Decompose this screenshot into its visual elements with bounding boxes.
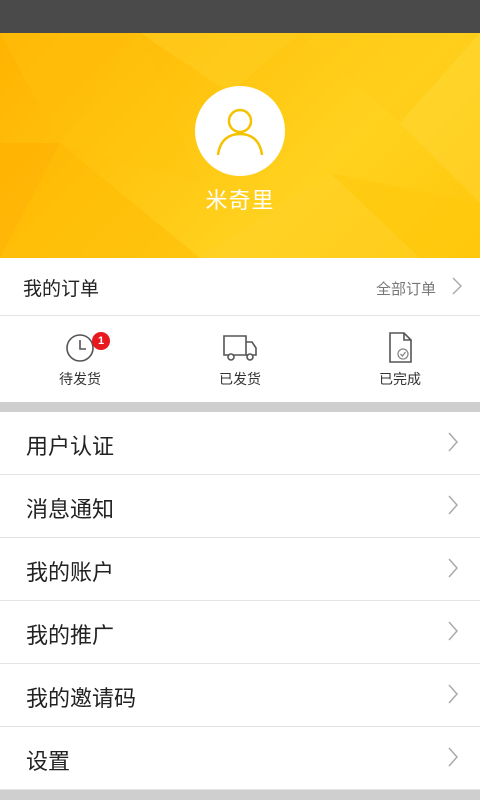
menu-item-label: 消息通知: [26, 498, 115, 523]
chevron-right-icon: [448, 558, 458, 578]
my-orders-title: 我的订单: [23, 278, 100, 300]
menu-item-invite-code[interactable]: 我的邀请码: [0, 664, 480, 727]
status-label: 已发货: [219, 372, 261, 388]
avatar[interactable]: [195, 86, 285, 176]
section-divider: [0, 402, 480, 412]
username: 米奇里: [205, 189, 275, 214]
truck-icon: [223, 335, 257, 361]
menu-item-my-account[interactable]: 我的账户: [0, 538, 480, 601]
profile-header: 米奇里: [0, 33, 480, 258]
bottom-divider: [0, 790, 480, 800]
unread-badge: 1: [92, 332, 110, 350]
order-status-row: 1 待发货 已发货 已完成: [0, 317, 480, 402]
my-orders-header[interactable]: 我的订单 全部订单: [0, 258, 480, 316]
menu-item-label: 我的推广: [26, 624, 115, 649]
menu-item-label: 我的账户: [26, 561, 115, 586]
all-orders-link[interactable]: 全部订单: [376, 278, 436, 299]
menu-item-label: 我的邀请码: [26, 687, 137, 712]
document-check-icon: [389, 332, 412, 363]
chevron-right-icon: [448, 621, 458, 641]
menu-item-label: 设置: [26, 750, 71, 775]
status-label: 已完成: [379, 372, 421, 388]
menu-item-settings[interactable]: 设置: [0, 727, 480, 790]
menu-item-user-verification[interactable]: 用户认证: [0, 412, 480, 475]
status-bar: [0, 0, 480, 33]
settings-menu: 用户认证 消息通知 我的账户 我的推广 我的邀请码 设置: [0, 412, 480, 790]
status-label: 待发货: [59, 372, 101, 388]
chevron-right-icon: [448, 495, 458, 515]
menu-item-notifications[interactable]: 消息通知: [0, 475, 480, 538]
status-pending-shipment[interactable]: 1 待发货: [0, 317, 160, 402]
menu-item-label: 用户认证: [26, 435, 115, 460]
chevron-right-icon: [452, 277, 462, 295]
chevron-right-icon: [448, 432, 458, 452]
menu-item-my-promotion[interactable]: 我的推广: [0, 601, 480, 664]
chevron-right-icon: [448, 684, 458, 704]
chevron-right-icon: [448, 747, 458, 767]
user-avatar-icon: [216, 108, 264, 156]
status-shipped[interactable]: 已发货: [160, 317, 320, 402]
status-completed[interactable]: 已完成: [320, 317, 480, 402]
